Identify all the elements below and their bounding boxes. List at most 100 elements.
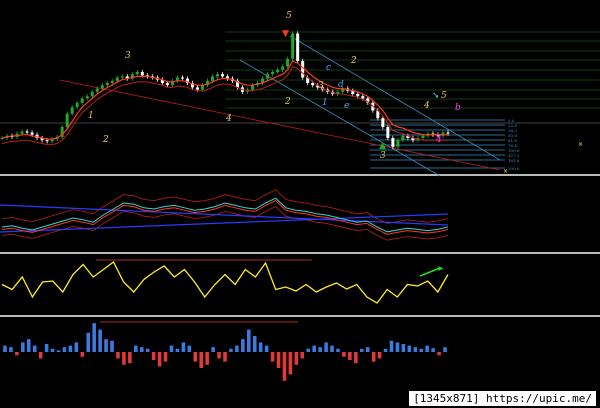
wave-label-d: d <box>338 80 344 90</box>
wave-label-3: 3 <box>318 81 324 91</box>
candle-body <box>215 74 219 77</box>
histogram-bar <box>407 345 412 352</box>
histogram-bar <box>389 340 394 352</box>
candle-body <box>120 76 124 78</box>
histogram-bar <box>110 340 114 352</box>
candle-body <box>165 83 169 86</box>
candle-body <box>45 140 49 142</box>
histogram-bar <box>175 348 180 352</box>
histogram-bar <box>193 352 198 362</box>
histogram-bar <box>401 344 406 352</box>
candle-body <box>296 33 300 61</box>
histogram-bar <box>163 352 168 362</box>
candle-body <box>95 88 99 92</box>
histogram-bar <box>437 352 441 356</box>
wave-label-b: b <box>455 103 461 113</box>
candle-body <box>251 85 255 90</box>
histogram-bar <box>21 342 25 352</box>
candle-body <box>311 83 315 86</box>
histogram-bar <box>419 348 424 352</box>
candle-body <box>421 135 425 138</box>
candle-body <box>115 77 119 81</box>
histogram-bar <box>377 352 382 359</box>
band-upper <box>1 189 449 224</box>
wave-label-3: 3 <box>380 151 386 161</box>
histogram-bar <box>62 347 67 352</box>
histogram-bar <box>211 347 215 352</box>
histogram-bar <box>258 342 263 352</box>
histogram-bar <box>235 345 239 352</box>
yellow-cross-marker: × <box>503 168 508 175</box>
candle-body <box>276 69 280 72</box>
histogram-bar <box>68 345 73 352</box>
wave-label-2: 2 <box>102 135 109 145</box>
down-arrow-marker: ▼ <box>282 29 289 39</box>
histogram-bar <box>86 332 91 352</box>
candle-body <box>140 72 144 76</box>
histogram-bar <box>205 352 209 365</box>
histogram-bar <box>336 348 340 352</box>
up-arrow-marker: ▲ <box>379 141 386 151</box>
histogram-bar <box>247 329 251 352</box>
wave-label-4: 4 <box>225 114 232 124</box>
candle-body <box>396 140 400 147</box>
histogram-bar <box>80 352 85 357</box>
wave-label-5: 5 <box>286 11 292 21</box>
candle-body <box>90 91 94 97</box>
candle-body <box>20 131 24 134</box>
cyan-marker: ➘ <box>432 91 440 101</box>
candle-body <box>281 66 285 70</box>
histogram-bar <box>318 347 322 352</box>
candle-body <box>80 98 84 103</box>
wave-label-1: 1 <box>88 111 94 121</box>
histogram-bar <box>425 345 429 352</box>
candle-body <box>361 96 365 99</box>
histogram-bar <box>9 347 13 352</box>
histogram-bar <box>139 347 144 352</box>
histogram-bar <box>294 352 299 365</box>
histogram-bar <box>169 345 174 352</box>
candle-body <box>135 72 139 75</box>
histogram-bar <box>44 344 49 352</box>
histogram-bar <box>104 339 108 352</box>
candle-body <box>180 77 184 79</box>
candle-body <box>386 127 390 138</box>
histogram-bar <box>270 352 275 362</box>
yellow-cross-marker: × <box>578 141 583 148</box>
wave-label-4: 4 <box>435 135 442 145</box>
histogram-bar <box>74 342 79 352</box>
wave-label-5: 5 <box>441 91 447 101</box>
candle-body <box>446 132 450 134</box>
fib-level-label: 200.0 <box>508 166 520 171</box>
candle-body <box>25 131 29 133</box>
histogram-bar <box>38 352 43 359</box>
candle-body <box>271 72 275 75</box>
wave-label-2: 2 <box>350 56 357 66</box>
histogram-bar <box>383 348 388 352</box>
histogram-bar <box>15 352 19 356</box>
histogram-bar <box>371 352 376 362</box>
histogram-bar <box>276 352 281 368</box>
histogram-bar <box>26 339 31 352</box>
candle-body <box>70 107 74 114</box>
histogram-bar <box>330 345 334 352</box>
fib-level-label: 161.8 <box>508 158 520 163</box>
histogram-bar <box>312 345 316 352</box>
histogram-bar <box>365 347 370 352</box>
trading-chart: 0.023.638.250.061.876.4100.0127.2161.820… <box>0 11 600 381</box>
watermark: [1345x871] https://upic.me/ <box>409 391 596 406</box>
histogram-bar <box>32 345 37 352</box>
candle-body <box>291 33 295 59</box>
wave-label-4: 4 <box>423 101 430 111</box>
candle-body <box>105 83 109 86</box>
histogram-bar <box>342 352 346 357</box>
candle-body <box>30 132 34 135</box>
histogram-bar <box>223 352 227 362</box>
histogram-bar <box>181 342 186 352</box>
wave-label-e: e <box>344 101 349 111</box>
histogram-bar <box>241 339 245 352</box>
histogram-bar <box>187 345 192 352</box>
candle-body <box>220 74 224 77</box>
candle-body <box>356 94 360 97</box>
histogram-bar <box>395 342 400 352</box>
